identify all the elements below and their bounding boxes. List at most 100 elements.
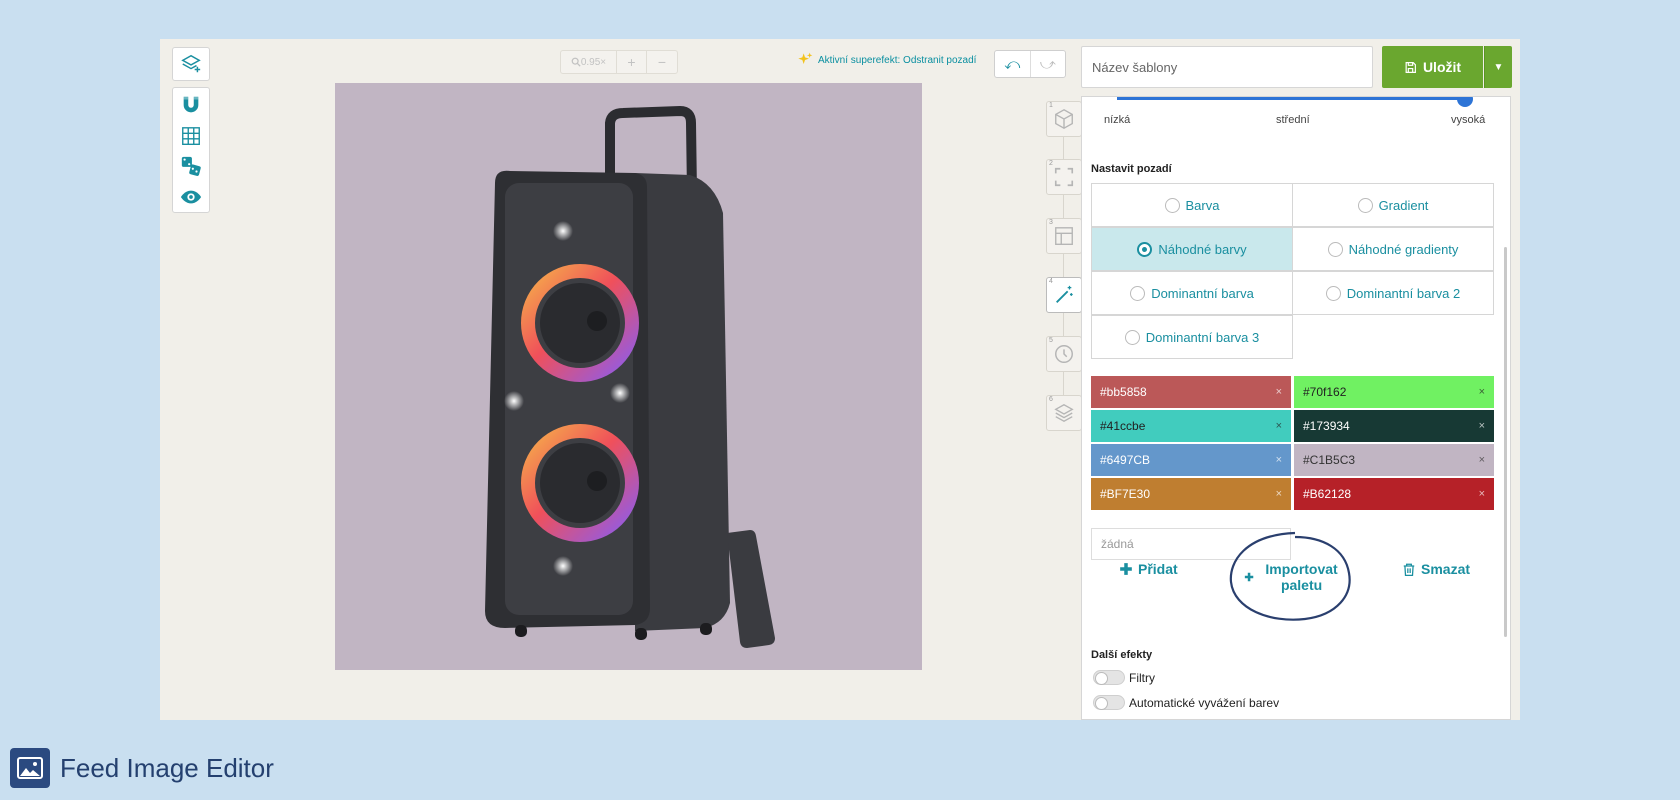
- layers-icon: [1054, 403, 1074, 423]
- remove-color-button[interactable]: ×: [1479, 386, 1485, 398]
- palette-color[interactable]: #B62128 ×: [1294, 478, 1494, 510]
- step-5[interactable]: 5: [1046, 336, 1082, 372]
- save-options-button[interactable]: ▼: [1484, 46, 1512, 88]
- auto-white-balance-label: Automatické vyvážení barev: [1129, 695, 1280, 710]
- image-icon: [10, 748, 50, 788]
- active-superfx[interactable]: Aktivní superefekt: Odstranit pozadí: [797, 52, 976, 68]
- panel-scrollbar[interactable]: [1504, 247, 1507, 637]
- zoom-value-label: 0.95×: [580, 56, 607, 68]
- magnet-icon: [183, 97, 199, 113]
- history-controls: ⤺ ⤻: [994, 50, 1066, 78]
- palette-color-code: #41ccbe: [1100, 419, 1146, 433]
- palette-color[interactable]: #BF7E30 ×: [1091, 478, 1291, 510]
- radio-button: [1164, 197, 1180, 213]
- remove-color-button[interactable]: ×: [1479, 488, 1485, 500]
- bg-option-dominant-3[interactable]: Dominantní barva 3: [1091, 315, 1293, 359]
- undo-icon: ⤺: [1004, 55, 1021, 73]
- bg-option-gradient[interactable]: Gradient: [1292, 183, 1494, 227]
- palette-color[interactable]: #6497CB ×: [1091, 444, 1291, 476]
- palette-color[interactable]: #bb5858 ×: [1091, 376, 1291, 408]
- bg-option-color[interactable]: Barva: [1091, 183, 1293, 227]
- step-2[interactable]: 2: [1046, 159, 1082, 195]
- slider-label-mid: střední: [1276, 114, 1310, 126]
- palette-color[interactable]: #41ccbe ×: [1091, 410, 1291, 442]
- step-number: 6: [1049, 396, 1053, 403]
- remove-color-button[interactable]: ×: [1479, 454, 1485, 466]
- magnifier-icon: [571, 57, 581, 67]
- step-1[interactable]: 1: [1046, 101, 1082, 137]
- background-section-title: Nastavit pozadí: [1091, 163, 1172, 175]
- delete-palette-button[interactable]: Smazat: [1402, 561, 1470, 577]
- clock-icon: [1055, 345, 1073, 363]
- template-name-input[interactable]: Název šablony: [1081, 46, 1373, 88]
- undo-button[interactable]: ⤺: [995, 51, 1031, 77]
- snap-button[interactable]: [173, 90, 209, 121]
- remove-color-button[interactable]: ×: [1276, 488, 1282, 500]
- remove-color-button[interactable]: ×: [1479, 420, 1485, 432]
- bg-option-dominant[interactable]: Dominantní barva: [1091, 271, 1293, 315]
- step-6[interactable]: 6: [1046, 395, 1082, 431]
- slider-label-low: nízká: [1104, 114, 1131, 126]
- palette-color-code: #B62128: [1303, 487, 1352, 501]
- add-color-label: Přidat: [1138, 561, 1178, 577]
- redo-icon: ⤻: [1039, 55, 1056, 73]
- layers-add-icon: [181, 54, 201, 72]
- step-4[interactable]: 4: [1046, 277, 1082, 313]
- sparkles-icon: [798, 52, 813, 64]
- remove-color-button[interactable]: ×: [1276, 386, 1282, 398]
- bg-option-random-gradients[interactable]: Náhodné gradienty: [1292, 227, 1494, 271]
- step-3[interactable]: 3: [1046, 218, 1082, 254]
- zoom-controls: 0.95× + −: [560, 50, 678, 74]
- filters-toggle-row[interactable]: Filtry: [1093, 670, 1155, 685]
- add-layer-button[interactable]: [173, 48, 209, 79]
- palette-color[interactable]: #173934 ×: [1294, 410, 1494, 442]
- randomize-button[interactable]: [173, 151, 209, 182]
- palette-color-code: #173934: [1303, 419, 1350, 433]
- radio-button: [1130, 285, 1146, 301]
- palette-color-code: #70f162: [1303, 385, 1347, 399]
- delete-palette-label: Smazat: [1421, 561, 1471, 577]
- save-button[interactable]: Uložit: [1382, 46, 1483, 88]
- tools-toolbar: [172, 87, 210, 213]
- fullscreen-icon: [1054, 167, 1074, 187]
- zoom-value[interactable]: 0.95×: [561, 51, 617, 73]
- bg-option-dominant-2[interactable]: Dominantní barva 2: [1292, 271, 1494, 315]
- save-label: Uložit: [1422, 59, 1462, 75]
- dice-icon: [181, 157, 201, 177]
- remove-color-button[interactable]: ×: [1276, 454, 1282, 466]
- preview-button[interactable]: [173, 182, 209, 213]
- palette-color[interactable]: #70f162 ×: [1294, 376, 1494, 408]
- radio-button: [1327, 241, 1343, 257]
- quality-slider-track[interactable]: [1117, 97, 1467, 100]
- magic-wand-icon: [1056, 285, 1073, 303]
- speaker-product-image: [485, 105, 775, 648]
- step-number: 4: [1049, 278, 1053, 285]
- bg-option-label: Náhodné gradienty: [1348, 241, 1459, 257]
- redo-button[interactable]: ⤻: [1031, 51, 1066, 77]
- auto-white-balance-toggle[interactable]: [1093, 695, 1125, 710]
- radio-button: [1357, 197, 1373, 213]
- filters-toggle[interactable]: [1093, 670, 1125, 685]
- highlight-circle: [1229, 531, 1351, 621]
- palette-color-code: #BF7E30: [1100, 487, 1151, 501]
- trash-icon: [1403, 563, 1415, 576]
- bg-option-label: Dominantní barva 2: [1346, 285, 1461, 301]
- zoom-out-button[interactable]: −: [647, 51, 677, 73]
- bg-option-random-colors[interactable]: Náhodné barvy: [1091, 227, 1293, 271]
- palette-color-code: #bb5858: [1100, 385, 1147, 399]
- bg-option-label: Dominantní barva 3: [1145, 329, 1260, 345]
- caret-down-icon: ▼: [1493, 61, 1504, 73]
- bg-option-label: Dominantní barva: [1151, 285, 1254, 301]
- add-color-button[interactable]: Přidat: [1119, 561, 1178, 577]
- quality-slider-handle[interactable]: [1457, 97, 1473, 107]
- effects-section-title: Další efekty: [1091, 649, 1153, 661]
- grid-button[interactable]: [173, 121, 209, 152]
- superfx-label: Aktivní superefekt: Odstranit pozadí: [818, 54, 977, 66]
- auto-white-balance-toggle-row[interactable]: Automatické vyvážení barev: [1093, 695, 1279, 710]
- radio-button: [1124, 329, 1140, 345]
- image-canvas[interactable]: [335, 83, 922, 670]
- remove-color-button[interactable]: ×: [1276, 420, 1282, 432]
- palette-color[interactable]: #C1B5C3 ×: [1294, 444, 1494, 476]
- zoom-in-button[interactable]: +: [617, 51, 647, 73]
- bg-option-label: Náhodné barvy: [1158, 241, 1247, 257]
